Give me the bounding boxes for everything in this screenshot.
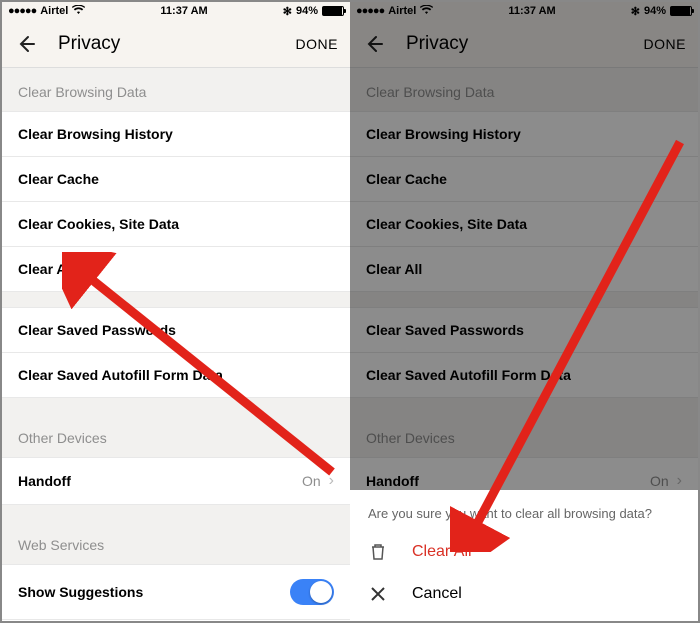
status-bar: ●●●●● Airtel 11:37 AM ✻ 94% <box>2 2 350 20</box>
bluetooth-icon: ✻ <box>631 5 640 18</box>
page-title: Privacy <box>58 33 296 55</box>
back-button[interactable] <box>362 32 386 56</box>
row-usage-data[interactable]: Send Usage DataNever› <box>2 619 350 621</box>
section-header-browsing: Clear Browsing Data <box>350 68 698 112</box>
section-header-devices: Other Devices <box>2 414 350 458</box>
carrier: Airtel <box>40 5 68 17</box>
row-clear-history[interactable]: Clear Browsing History <box>2 111 350 157</box>
row-clear-autofill[interactable]: Clear Saved Autofill Form Data <box>350 352 698 398</box>
carrier: Airtel <box>388 5 416 17</box>
row-clear-cookies[interactable]: Clear Cookies, Site Data <box>2 201 350 247</box>
battery-icon <box>322 6 344 16</box>
battery-pct: 94% <box>296 5 318 17</box>
status-bar: ●●●●● Airtel 11:37 AM ✻ 94% <box>350 2 698 20</box>
row-clear-cookies[interactable]: Clear Cookies, Site Data <box>350 201 698 247</box>
done-button[interactable]: DONE <box>296 36 338 52</box>
clock: 11:37 AM <box>508 5 555 17</box>
row-handoff[interactable]: HandoffOn› <box>2 457 350 505</box>
bluetooth-icon: ✻ <box>283 5 292 18</box>
action-sheet: Are you sure you want to clear all brows… <box>350 490 698 621</box>
done-button[interactable]: DONE <box>644 36 686 52</box>
clock: 11:37 AM <box>160 5 207 17</box>
close-icon <box>368 587 388 601</box>
sheet-cancel[interactable]: Cancel <box>350 573 698 615</box>
row-clear-history[interactable]: Clear Browsing History <box>350 111 698 157</box>
row-clear-all[interactable]: Clear All <box>2 246 350 292</box>
page-title: Privacy <box>406 33 644 55</box>
section-header-web: Web Services <box>2 521 350 565</box>
section-header-devices: Other Devices <box>350 414 698 458</box>
toggle-on-icon[interactable] <box>290 579 334 605</box>
nav-bar: Privacy DONE <box>2 20 350 68</box>
trash-icon <box>368 543 388 561</box>
row-suggestions[interactable]: Show Suggestions <box>2 564 350 620</box>
battery-pct: 94% <box>644 5 666 17</box>
row-clear-cache[interactable]: Clear Cache <box>2 156 350 202</box>
sheet-message: Are you sure you want to clear all brows… <box>350 490 698 531</box>
row-clear-passwords[interactable]: Clear Saved Passwords <box>2 307 350 353</box>
row-clear-autofill[interactable]: Clear Saved Autofill Form Data <box>2 352 350 398</box>
battery-icon <box>670 6 692 16</box>
signal-dots-icon: ●●●●● <box>356 5 384 17</box>
signal-dots-icon: ●●●●● <box>8 5 36 17</box>
row-clear-all[interactable]: Clear All <box>350 246 698 292</box>
chevron-right-icon: › <box>329 472 334 490</box>
nav-bar: Privacy DONE <box>350 20 698 68</box>
chevron-right-icon: › <box>677 472 682 490</box>
wifi-icon <box>420 5 433 18</box>
row-clear-passwords[interactable]: Clear Saved Passwords <box>350 307 698 353</box>
wifi-icon <box>72 5 85 18</box>
back-button[interactable] <box>14 32 38 56</box>
row-clear-cache[interactable]: Clear Cache <box>350 156 698 202</box>
sheet-clear-all[interactable]: Clear All <box>350 531 698 573</box>
section-header-browsing: Clear Browsing Data <box>2 68 350 112</box>
